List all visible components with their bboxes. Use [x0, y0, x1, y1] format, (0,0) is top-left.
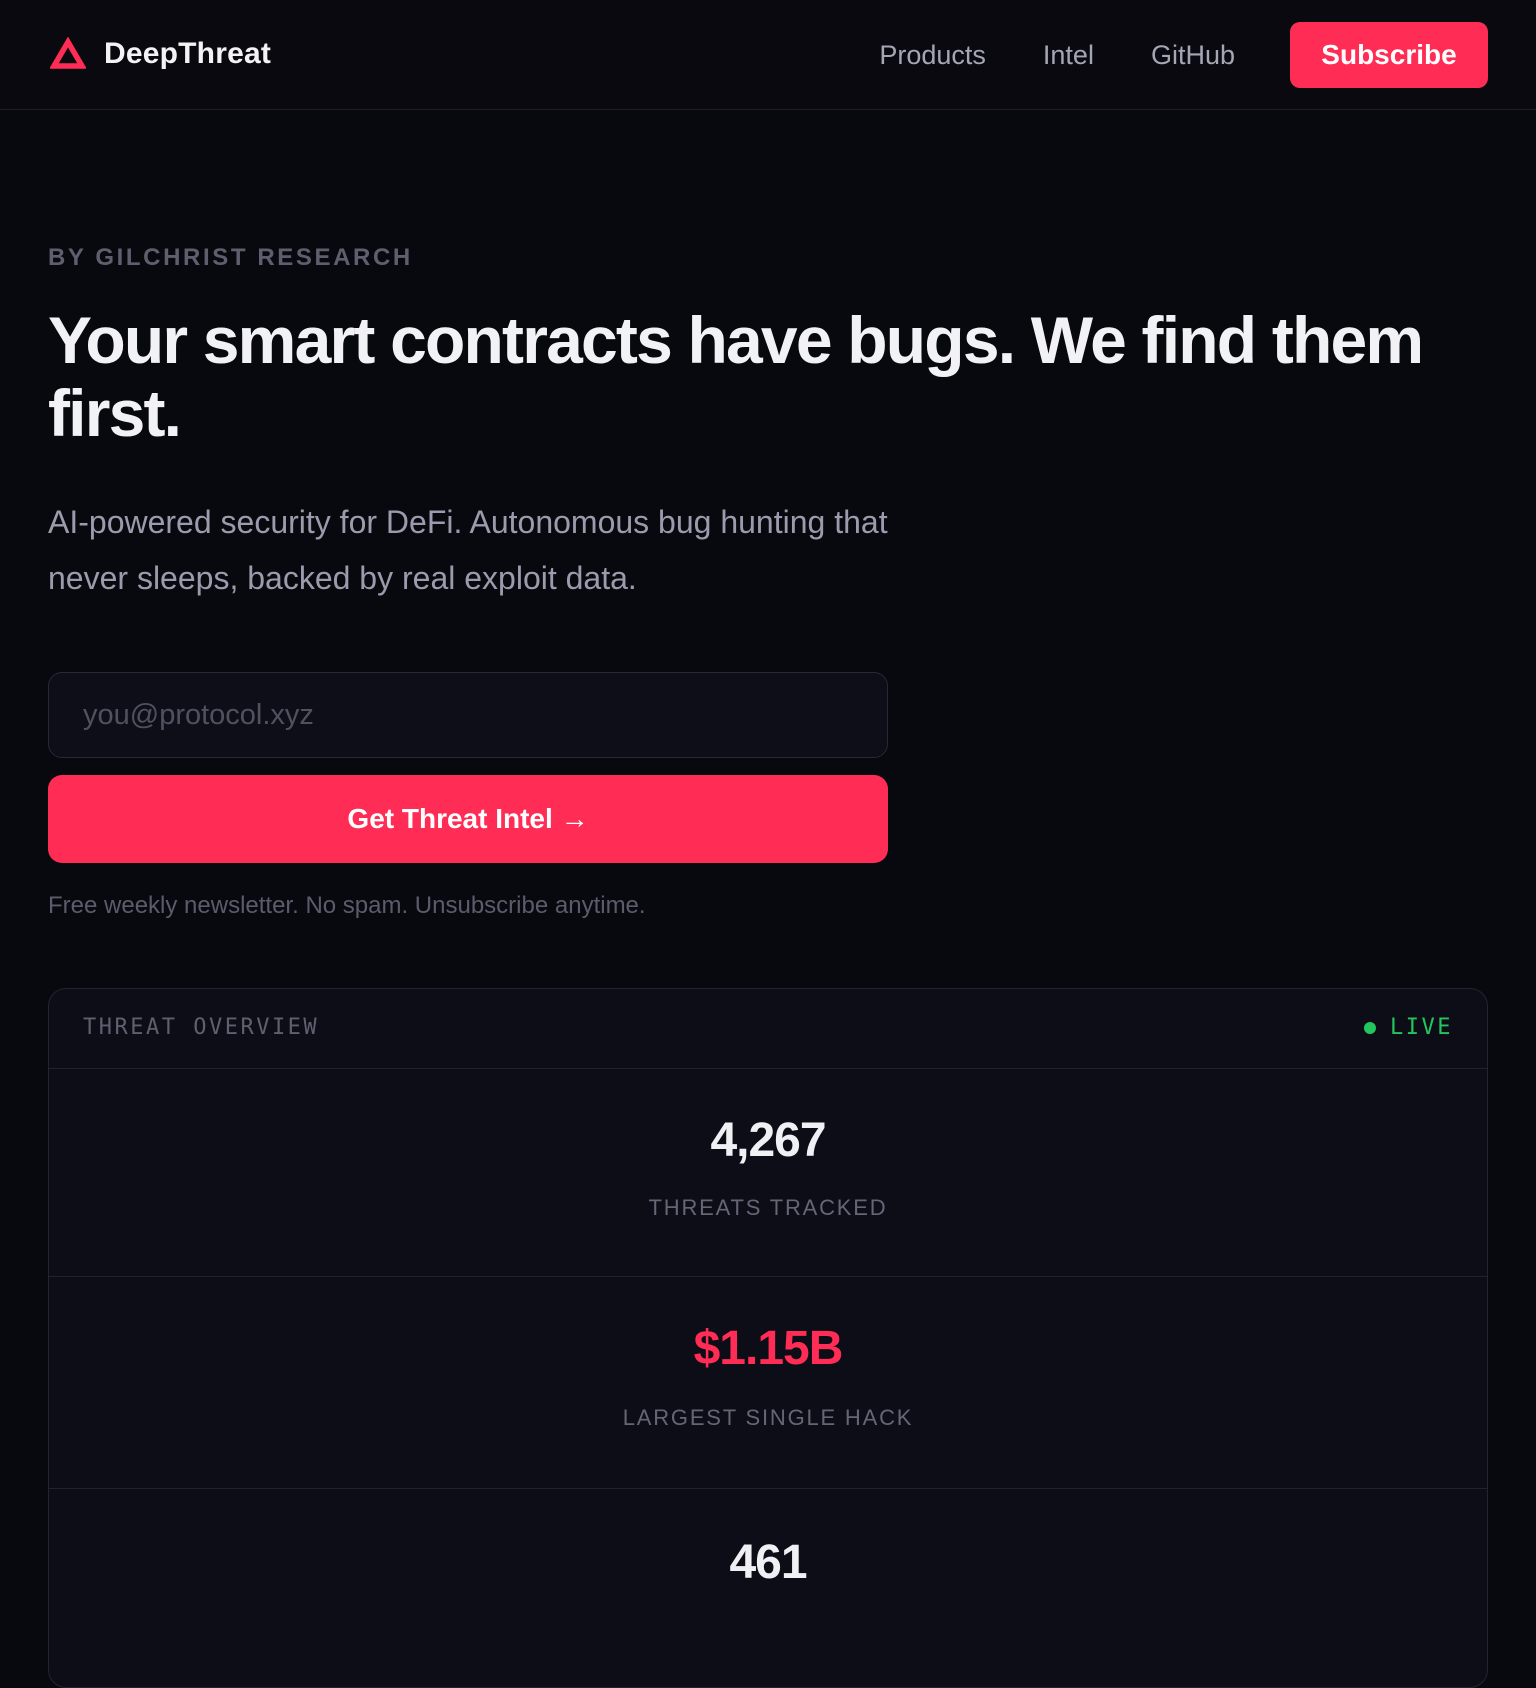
brand[interactable]: DeepThreat: [50, 30, 271, 78]
threat-overview-panel: THREAT OVERVIEW LIVE 4,267 THREATS TRACK…: [48, 988, 1488, 1688]
stat-value: 4,267: [710, 1114, 826, 1167]
stat-value: 461: [729, 1536, 807, 1589]
stat-third: 461: [49, 1489, 1487, 1687]
stat-label: LARGEST SINGLE HACK: [622, 1405, 914, 1430]
nav-link-github[interactable]: GitHub: [1151, 40, 1235, 71]
eyebrow-text: BY GILCHRIST RESEARCH: [48, 244, 413, 271]
stat-value: $1.15B: [693, 1322, 844, 1375]
subscribe-button[interactable]: Subscribe: [1290, 22, 1488, 88]
newsletter-fineprint: Free weekly newsletter. No spam. Unsubsc…: [48, 892, 646, 919]
nav-link-intel[interactable]: Intel: [1043, 40, 1094, 71]
main-nav: Products Intel GitHub Subscribe: [879, 22, 1488, 88]
live-dot-icon: [1364, 1021, 1377, 1034]
hero-headline: Your smart contracts have bugs. We find …: [48, 303, 1424, 450]
get-threat-intel-button[interactable]: Get Threat Intel →: [48, 775, 888, 863]
panel-header: THREAT OVERVIEW LIVE: [49, 989, 1487, 1069]
email-input[interactable]: [48, 672, 888, 758]
brand-name: DeepThreat: [104, 37, 272, 70]
stat-largest-hack: $1.15B LARGEST SINGLE HACK: [49, 1277, 1487, 1489]
top-navigation-bar: DeepThreat Products Intel GitHub Subscri…: [0, 0, 1536, 110]
hero-subhead: AI-powered security for DeFi. Autonomous…: [48, 504, 888, 596]
nav-link-products[interactable]: Products: [879, 40, 986, 71]
live-status-label: LIVE: [1390, 1015, 1453, 1040]
live-indicator: LIVE: [1364, 1015, 1453, 1040]
stat-threats-tracked: 4,267 THREATS TRACKED: [49, 1069, 1487, 1277]
triangle-logo-icon: [50, 37, 86, 69]
stat-label: THREATS TRACKED: [648, 1195, 888, 1220]
panel-title: THREAT OVERVIEW: [83, 1015, 320, 1040]
